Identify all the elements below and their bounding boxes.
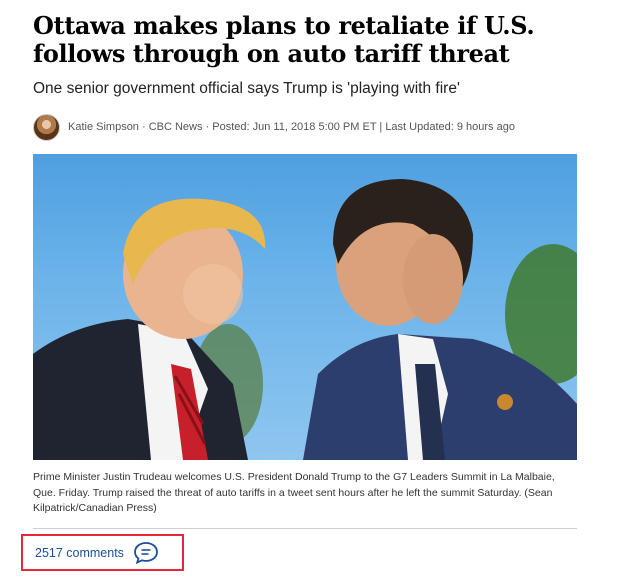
article-headline: Ottawa makes plans to retaliate if U.S. …: [33, 11, 535, 68]
photo-caption: Prime Minister Justin Trudeau welcomes U…: [33, 471, 555, 514]
divider: [33, 528, 577, 529]
article-photo: [33, 154, 577, 460]
article-byline: Katie Simpson · CBC News · Posted: Jun 1…: [68, 121, 515, 133]
comments-link[interactable]: 2517 comments: [35, 546, 124, 560]
article-subheadline: One senior government official says Trum…: [33, 80, 460, 97]
comments-highlight: 2517 comments: [21, 534, 184, 571]
speech-bubble-icon[interactable]: [133, 541, 159, 565]
byline-row: Katie Simpson · CBC News · Posted: Jun 1…: [33, 112, 515, 142]
author-avatar[interactable]: [33, 113, 60, 141]
